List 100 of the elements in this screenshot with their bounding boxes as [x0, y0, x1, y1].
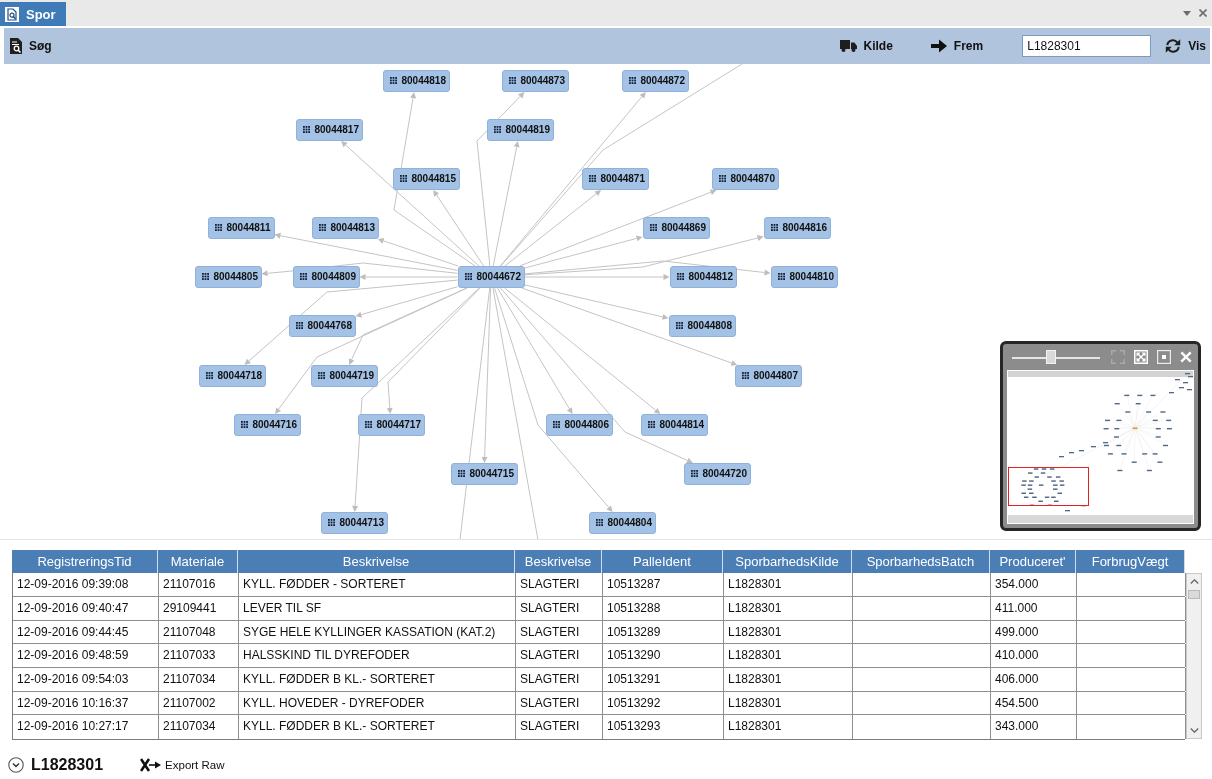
- dot-grid-icon: [364, 421, 372, 429]
- column-header[interactable]: Beskrivelse: [238, 550, 515, 574]
- graph-node[interactable]: 80044672: [457, 265, 525, 288]
- close-icon[interactable]: [1199, 9, 1207, 17]
- table-cell: SYGE HELE KYLLINGER KASSATION (KAT.2): [239, 620, 516, 644]
- chevron-up-icon[interactable]: [1190, 579, 1199, 585]
- dot-grid-icon: [457, 470, 465, 478]
- graph-node[interactable]: 80044815: [392, 167, 460, 190]
- chevron-down-icon[interactable]: [1190, 728, 1199, 734]
- table-cell: SLAGTERI: [516, 691, 603, 715]
- column-header[interactable]: ForbrugVægt: [1076, 550, 1185, 574]
- column-header[interactable]: RegistreringsTid: [12, 550, 158, 574]
- table-cell: SLAGTERI: [516, 644, 603, 667]
- table-cell: KYLL. FØDDER - SORTERET: [239, 573, 516, 596]
- table-cell: 10513293: [603, 715, 724, 740]
- dot-grid-icon: [464, 273, 472, 281]
- graph-node[interactable]: 80044810: [770, 265, 838, 288]
- dot-grid-icon: [649, 224, 657, 232]
- graph-node[interactable]: 80044806: [545, 413, 613, 436]
- vertical-scrollbar[interactable]: [1186, 573, 1202, 740]
- table-cell: 29109441: [159, 596, 239, 620]
- zoom-slider[interactable]: [1012, 349, 1100, 364]
- table-cell: 21107016: [159, 573, 239, 596]
- graph-node[interactable]: 80044811: [207, 216, 275, 239]
- table-cell: 10513287: [603, 573, 724, 596]
- graph-node[interactable]: 80044814: [640, 413, 708, 436]
- table-cell: 10513289: [603, 620, 724, 644]
- graph-node[interactable]: 80044768: [288, 314, 356, 337]
- dot-grid-icon: [389, 77, 397, 85]
- table-cell: 10513288: [603, 596, 724, 620]
- truck-icon: [839, 39, 857, 52]
- graph-node[interactable]: 80044808: [668, 314, 736, 337]
- dot-grid-icon: [318, 224, 326, 232]
- graph-node[interactable]: 80044719: [310, 364, 378, 387]
- graph-node[interactable]: 80044869: [642, 216, 710, 239]
- tab[interactable]: Spor: [0, 2, 66, 26]
- export-raw-button[interactable]: Export Raw: [138, 758, 227, 772]
- table-cell: L1828301: [724, 573, 853, 596]
- dot-grid-icon: [327, 519, 335, 527]
- dot-grid-icon: [647, 421, 655, 429]
- table-cell: KYLL. FØDDER B KL.- SORTERET: [239, 668, 516, 691]
- dot-grid-icon: [295, 322, 303, 330]
- show-button[interactable]: Vis: [1161, 33, 1210, 58]
- table-cell: 12-09-2016 09:44:45: [13, 620, 159, 644]
- expand-arrows-icon[interactable]: [1134, 349, 1148, 364]
- graph-node[interactable]: 80044812: [669, 265, 737, 288]
- dot-grid-icon: [770, 224, 778, 232]
- graph-node[interactable]: 80044813: [311, 216, 379, 239]
- caret-down-icon[interactable]: [1183, 10, 1191, 16]
- column-header[interactable]: PalleIdent: [602, 550, 723, 574]
- graph-node[interactable]: 80044717: [357, 413, 425, 436]
- graph-node[interactable]: 80044817: [295, 118, 363, 141]
- dot-grid-icon: [205, 372, 213, 380]
- table-cell: L1828301: [724, 596, 853, 620]
- table-cell: SLAGTERI: [516, 573, 603, 596]
- slider-thumb[interactable]: [1045, 349, 1056, 364]
- graph-node[interactable]: 80044809: [292, 265, 360, 288]
- dot-grid-icon: [718, 175, 726, 183]
- graph-node[interactable]: 80044713: [320, 511, 388, 534]
- table-cell: 10513290: [603, 644, 724, 667]
- graph-node[interactable]: 80044871: [581, 167, 649, 190]
- table-cell: SLAGTERI: [516, 620, 603, 644]
- dot-grid-icon: [595, 519, 603, 527]
- graph-node[interactable]: 80044805: [194, 265, 262, 288]
- column-header[interactable]: SporbarhedsKilde: [723, 550, 852, 574]
- graph-node[interactable]: 80044816: [763, 216, 831, 239]
- viewport-frame[interactable]: [1008, 466, 1089, 506]
- graph-node[interactable]: 80044715: [450, 462, 518, 485]
- dot-grid-icon: [240, 421, 248, 429]
- refresh-icon: [1165, 37, 1182, 54]
- table-cell: 21107034: [159, 668, 239, 691]
- table-cell: 454.500: [991, 691, 1077, 715]
- graph-node[interactable]: 80044804: [588, 511, 656, 534]
- dot-grid-icon: [399, 175, 407, 183]
- table-cell: 411.000: [991, 596, 1077, 620]
- graph-node[interactable]: 80044873: [501, 69, 569, 92]
- lot-field[interactable]: L1828301: [1022, 34, 1152, 57]
- graph-node[interactable]: 80044819: [486, 118, 554, 141]
- scrollbar-thumb[interactable]: [1188, 590, 1200, 600]
- table-cell: LEVER TIL SF: [239, 596, 516, 620]
- graph-node[interactable]: 80044720: [683, 462, 751, 485]
- graph-node[interactable]: 80044718: [198, 364, 266, 387]
- column-header[interactable]: Beskrivelse: [515, 550, 602, 574]
- arrow-right-icon: [930, 38, 947, 53]
- table-cell: 12-09-2016 09:39:08: [13, 573, 159, 596]
- column-header[interactable]: Produceret': [990, 550, 1076, 574]
- source-button[interactable]: Kilde: [835, 34, 897, 57]
- circle-chevron-icon[interactable]: [8, 757, 24, 773]
- column-header[interactable]: Materiale: [158, 550, 238, 574]
- search-button[interactable]: Søg: [6, 33, 56, 58]
- graph-node[interactable]: 80044818: [382, 69, 450, 92]
- table-cell: L1828301: [724, 691, 853, 715]
- graph-node[interactable]: 80044807: [734, 364, 802, 387]
- table-cell: SLAGTERI: [516, 668, 603, 691]
- graph-node[interactable]: 80044870: [711, 167, 779, 190]
- forward-button[interactable]: Frem: [926, 34, 988, 57]
- column-header[interactable]: SporbarhedsBatch: [852, 550, 990, 574]
- table-cell: 410.000: [991, 644, 1077, 667]
- graph-node[interactable]: 80044716: [233, 413, 301, 436]
- graph-node[interactable]: 80044872: [621, 69, 689, 92]
